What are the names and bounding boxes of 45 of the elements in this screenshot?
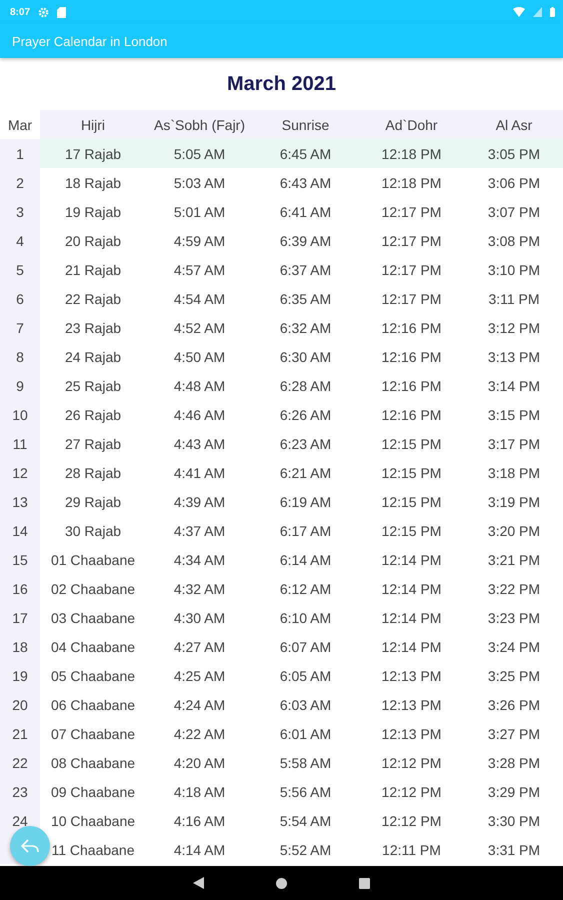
back-icon[interactable] (193, 877, 204, 889)
table-cell: 3:05 PM (465, 139, 563, 168)
day-cell: 19 (0, 661, 40, 690)
day-cell: 13 (0, 487, 40, 516)
day-cell: 2 (0, 168, 40, 197)
day-cell: 6 (0, 284, 40, 313)
sd-card-icon (57, 6, 66, 18)
day-cell: 20 (0, 690, 40, 719)
day-cell: 1 (0, 139, 40, 168)
day-cell: 9 (0, 371, 40, 400)
day-cell: 17 (0, 603, 40, 632)
month-title: March 2021 (227, 72, 336, 96)
day-cell: 5 (0, 255, 40, 284)
app-title: Prayer Calendar in London (12, 34, 168, 48)
settings-icon (38, 6, 50, 18)
column-header: Ad`Dohr (358, 110, 465, 139)
day-cell: 4 (0, 226, 40, 255)
table-cell: 17 Rajab (40, 139, 146, 168)
day-cell: 15 (0, 545, 40, 574)
column-header: Hijri (40, 110, 146, 139)
column-header: Al Asr (465, 110, 563, 139)
table-cell: 5:05 AM (146, 139, 253, 168)
day-cell: 7 (0, 313, 40, 342)
column-header: As`Sobh (Fajr) (146, 110, 253, 139)
day-cell: 14 (0, 516, 40, 545)
day-cell: 12 (0, 458, 40, 487)
day-cell: 21 (0, 719, 40, 748)
column-header: Sunrise (253, 110, 358, 139)
day-cell: 3 (0, 197, 40, 226)
recents-icon[interactable] (359, 878, 370, 888)
table-cell: 6:45 AM (253, 139, 358, 168)
day-cell: 23 (0, 777, 40, 806)
day-cell: 10 (0, 400, 40, 429)
signal-icon (533, 7, 542, 17)
day-cell: 22 (0, 748, 40, 777)
table-cell: 12:18 PM (358, 139, 465, 168)
battery-icon (550, 7, 555, 17)
day-cell: 8 (0, 342, 40, 371)
day-cell: 16 (0, 574, 40, 603)
home-icon[interactable] (276, 878, 287, 888)
reply-icon (21, 839, 39, 853)
wifi-icon (513, 7, 525, 17)
day-cell: 11 (0, 429, 40, 458)
status-time: 8:07 (10, 6, 30, 18)
day-cell: 18 (0, 632, 40, 661)
